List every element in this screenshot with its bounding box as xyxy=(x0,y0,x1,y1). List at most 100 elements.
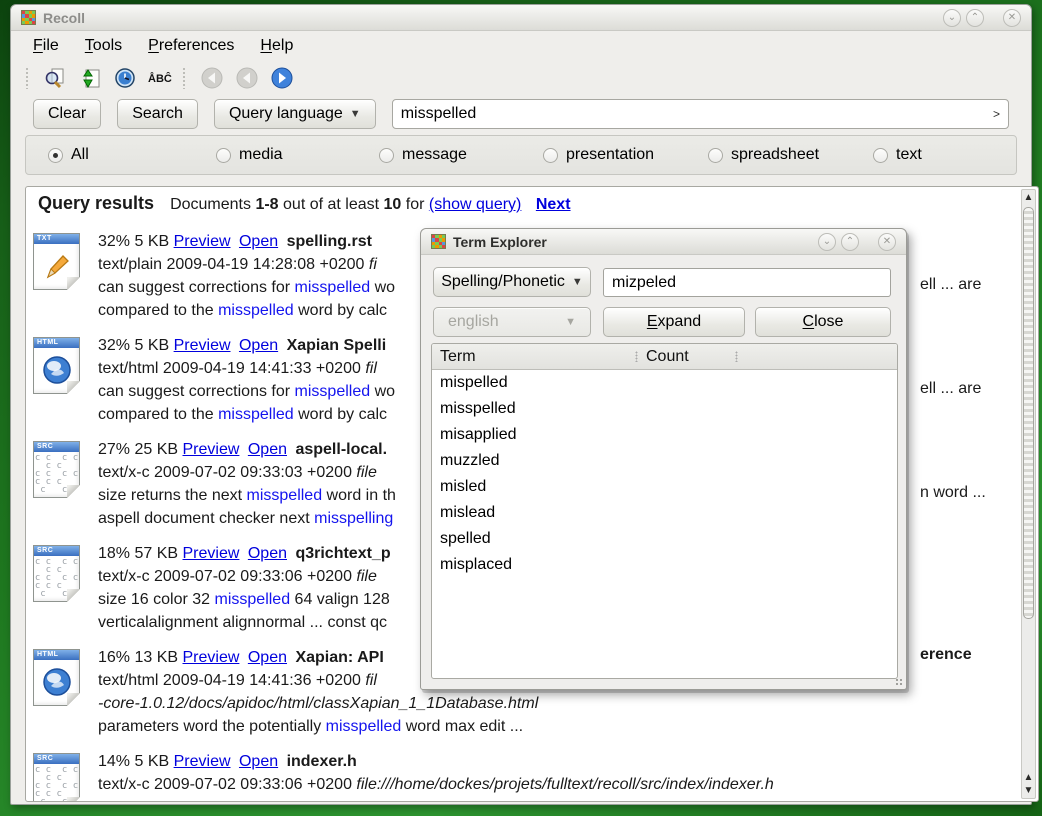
chevron-down-icon[interactable]: ˃ xyxy=(993,107,1000,121)
close-button[interactable]: ✕ xyxy=(878,233,896,251)
minimize-button[interactable]: ⌄ xyxy=(943,9,961,27)
filter-radio-message[interactable]: message xyxy=(379,136,467,174)
filter-radio-spreadsheet[interactable]: spreadsheet xyxy=(708,136,819,174)
term-input-box[interactable] xyxy=(603,268,891,297)
result-link[interactable]: Open xyxy=(239,753,278,770)
result-segment: misspelling xyxy=(314,510,393,527)
term-row[interactable]: mispelled xyxy=(432,370,897,396)
result-link[interactable]: Preview xyxy=(174,753,231,770)
search-mode-combo[interactable]: Query language ▼ xyxy=(214,99,376,129)
result-segment: misspelled xyxy=(218,406,294,423)
close-button[interactable]: Close xyxy=(755,307,891,337)
dialog-titlebar[interactable]: Term Explorer ⌄⌃✕ xyxy=(421,229,906,255)
result-segment: verticalalignment alignnormal ... const … xyxy=(98,614,387,631)
sort-by-dates-newest-icon[interactable] xyxy=(112,65,138,91)
menu-tools[interactable]: Tools xyxy=(85,37,122,55)
svg-text:ÅBĈ: ÅBĈ xyxy=(148,72,172,85)
chevron-down-icon: ▼ xyxy=(572,276,583,288)
term-row[interactable]: misplaced xyxy=(432,552,897,578)
query-input[interactable] xyxy=(401,105,993,123)
result-link[interactable]: Open xyxy=(239,337,278,354)
search-button[interactable]: Search xyxy=(117,99,198,129)
radio-icon[interactable] xyxy=(48,148,63,163)
window-title: Recoll xyxy=(43,10,85,26)
column-header-term[interactable]: Term xyxy=(432,344,638,369)
term-row[interactable]: muzzled xyxy=(432,448,897,474)
scroll-up2-icon[interactable]: ▲ xyxy=(1022,771,1035,784)
titlebar[interactable]: Recoll ⌄ ⌃ ✕ xyxy=(11,5,1031,31)
radio-icon[interactable] xyxy=(708,148,723,163)
filter-radio-media[interactable]: media xyxy=(216,136,283,174)
result-link[interactable]: Preview xyxy=(183,545,240,562)
scrollbar-thumb[interactable] xyxy=(1023,207,1034,619)
filetype-badge: SRC xyxy=(34,442,79,452)
result-link[interactable]: Preview xyxy=(183,441,240,458)
first-page-icon xyxy=(199,65,225,91)
result-segment: Xapian Spelli xyxy=(287,337,387,354)
result-link[interactable]: Preview xyxy=(183,649,240,666)
close-button[interactable]: ✕ xyxy=(1003,9,1021,27)
source-file-icon: SRCc c c c c c c c c c c c c c c xyxy=(33,545,80,602)
result-segment: text/x-c 2009-07-02 09:33:06 +0200 xyxy=(98,568,356,585)
term-row[interactable]: mislead xyxy=(432,500,897,526)
result-segment: word by calc xyxy=(294,406,387,423)
result-segment: text/x-c 2009-07-02 09:33:03 +0200 xyxy=(98,464,356,481)
radio-icon[interactable] xyxy=(379,148,394,163)
term-row[interactable]: misapplied xyxy=(432,422,897,448)
result-segment: misspelled xyxy=(247,487,323,504)
menu-file[interactable]: File xyxy=(33,37,59,55)
resize-grip[interactable] xyxy=(895,678,903,686)
result-segment: 18% 57 KB xyxy=(98,545,183,562)
term-row[interactable]: spelled xyxy=(432,526,897,552)
expand-button[interactable]: Expand xyxy=(603,307,745,337)
result-segment: misspelled xyxy=(295,279,371,296)
clear-button[interactable]: Clear xyxy=(33,99,101,129)
result-link[interactable]: Open xyxy=(248,545,287,562)
result-link[interactable]: Open xyxy=(248,441,287,458)
result-link[interactable]: Open xyxy=(248,649,287,666)
next-page-icon[interactable] xyxy=(269,65,295,91)
toolbar-handle xyxy=(25,67,30,89)
sort-by-dates-icon[interactable] xyxy=(77,65,103,91)
menu-help[interactable]: Help xyxy=(260,37,293,55)
menu-preferences[interactable]: Preferences xyxy=(148,37,234,55)
filetype-glyph: c c c c c c c c c c c c c c c xyxy=(33,765,80,802)
clear-search-icon[interactable] xyxy=(42,65,68,91)
query-input-combo[interactable]: ˃ xyxy=(392,99,1009,129)
result-link[interactable]: Preview xyxy=(174,233,231,250)
result-link[interactable]: Open xyxy=(239,233,278,250)
column-resize-grip[interactable] xyxy=(735,351,738,362)
result-link[interactable]: Preview xyxy=(174,337,231,354)
scroll-down-icon[interactable]: ▼ xyxy=(1022,784,1035,797)
language-combo: english ▼ xyxy=(433,307,591,337)
column-header-count[interactable]: Count xyxy=(638,344,738,369)
term-table: Term Count mispelledmisspelledmisapplied… xyxy=(431,343,898,679)
window-controls: ⌄ ⌃ ✕ xyxy=(943,9,1021,27)
term-row[interactable]: misspelled xyxy=(432,396,897,422)
radio-icon[interactable] xyxy=(873,148,888,163)
radio-icon[interactable] xyxy=(216,148,231,163)
term-row[interactable]: misled xyxy=(432,474,897,500)
show-query-link[interactable]: (show query) xyxy=(429,196,521,213)
vertical-scrollbar[interactable]: ▲ ▲ ▼ xyxy=(1021,189,1036,799)
filter-radio-text[interactable]: text xyxy=(873,136,922,174)
next-page-link[interactable]: Next xyxy=(536,196,571,213)
result-segment: misspelled xyxy=(215,591,291,608)
maximize-button[interactable]: ⌃ xyxy=(966,9,984,27)
result-segment: size 16 color 32 xyxy=(98,591,215,608)
maximize-button[interactable]: ⌃ xyxy=(841,233,859,251)
term-explorer-abc-icon[interactable]: ÅBĈ xyxy=(147,65,173,91)
toolbar-handle xyxy=(182,67,187,89)
expansion-type-combo[interactable]: Spelling/Phonetic ▼ xyxy=(433,267,591,297)
result-segment: Xapian: API xyxy=(295,649,383,666)
radio-icon[interactable] xyxy=(543,148,558,163)
filetype-badge: TXT xyxy=(34,234,79,244)
result-line: 14% 5 KB Preview Open indexer.h xyxy=(98,750,928,773)
result-entry[interactable]: SRCc c c c c c c c c c c c c c c14% 5 KB… xyxy=(26,750,1006,802)
scroll-up-icon[interactable]: ▲ xyxy=(1022,191,1035,204)
filter-radio-presentation[interactable]: presentation xyxy=(543,136,654,174)
minimize-button[interactable]: ⌄ xyxy=(818,233,836,251)
chevron-down-icon: ▼ xyxy=(350,108,361,120)
term-input[interactable] xyxy=(612,274,882,292)
filter-radio-all[interactable]: All xyxy=(48,136,89,174)
